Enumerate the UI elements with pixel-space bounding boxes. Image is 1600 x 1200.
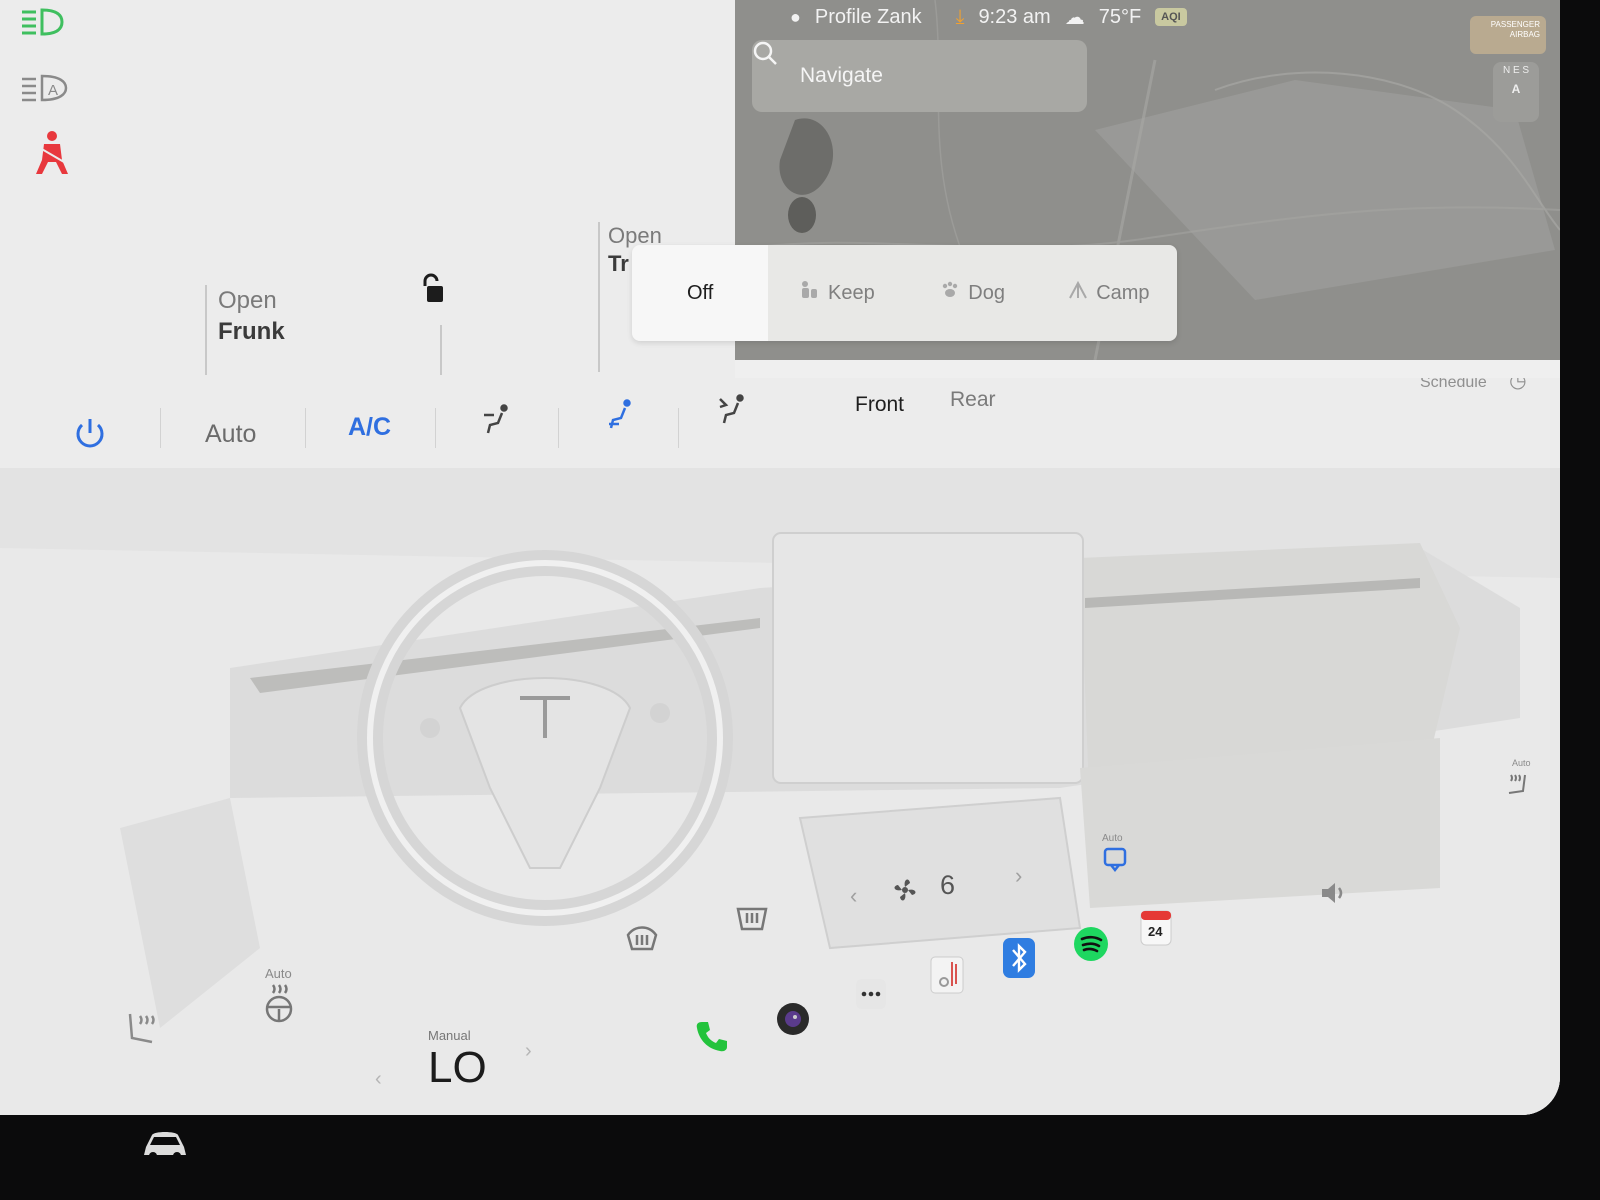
ac-button[interactable]: A/C: [348, 413, 391, 442]
fan-increase-chevron-icon[interactable]: ›: [1015, 863, 1022, 889]
outside-temp: 75°F: [1098, 5, 1142, 28]
steering-heat-auto-label: Auto: [265, 966, 292, 981]
svg-text:A: A: [48, 82, 58, 99]
divider: [558, 408, 559, 448]
bezel: [0, 1115, 1600, 1200]
camera-app-icon[interactable]: [775, 1001, 811, 1040]
compass-letters: N E S: [1502, 65, 1530, 76]
mode-keep[interactable]: Keep: [768, 245, 904, 341]
more-apps-icon[interactable]: [855, 978, 887, 1013]
paw-icon: [940, 280, 960, 306]
seatbelt-warning-icon: [30, 130, 74, 181]
fan-keep-icon: [798, 279, 820, 307]
schedule-label: Schedule: [1420, 378, 1487, 391]
passenger-seat-heat-icon[interactable]: [1505, 771, 1531, 800]
steering-wheel-heat-icon[interactable]: [262, 983, 296, 1026]
rear-defrost-icon[interactable]: [625, 923, 659, 956]
phone-icon[interactable]: [694, 1018, 730, 1057]
schedule-button[interactable]: Schedule ◷: [1420, 378, 1527, 393]
frunk-line1: Open: [218, 287, 277, 314]
recirculation-icon[interactable]: [1102, 846, 1128, 875]
tab-front[interactable]: Front: [855, 393, 904, 417]
profile-icon[interactable]: ●: [790, 7, 801, 28]
climate-panel: Auto A/C Front Rear Schedule ◷ Auto Manu…: [0, 378, 1560, 1115]
calendar-day: 24: [1148, 924, 1163, 939]
fan-icon: [890, 875, 920, 908]
volume-icon[interactable]: [1320, 881, 1348, 908]
tab-rear[interactable]: Rear: [950, 388, 996, 412]
temp-decrease-chevron-icon[interactable]: ‹: [375, 1068, 382, 1091]
download-icon: ⤓: [955, 5, 965, 28]
mode-off[interactable]: Off: [632, 245, 769, 341]
passenger-airbag-indicator: PASSENGER AIRBAG: [1470, 16, 1546, 54]
divider: [435, 408, 436, 448]
cloud-icon: ☁: [1064, 6, 1085, 29]
driver-seat-heat-icon[interactable]: [122, 1008, 162, 1051]
status-bar: ● Profile Zank ⤓ 9:23 am ☁ 75°F AQI: [790, 0, 1290, 34]
mode-camp[interactable]: Camp: [1041, 245, 1177, 341]
aqi-badge: AQI: [1155, 8, 1187, 26]
bluetooth-icon[interactable]: [1003, 938, 1035, 981]
airflow-defrost-icon[interactable]: [718, 393, 748, 432]
vehicle-panel: A Open Frunk Open Tr: [0, 0, 735, 378]
toybox-app-icon[interactable]: [930, 956, 964, 997]
climate-keep-mode-selector: Off Keep Dog Camp: [632, 245, 1177, 341]
touchscreen: A Open Frunk Open Tr ● Profile Zank ⤓ 9:…: [0, 0, 1560, 1115]
fan-speed-value: 6: [940, 870, 956, 900]
passenger-seat-auto-label: Auto: [1512, 758, 1531, 768]
navigate-placeholder: Navigate: [800, 64, 883, 87]
divider: [205, 285, 207, 375]
clock-icon: ◷: [1509, 378, 1527, 392]
mode-keep-label: Keep: [828, 281, 875, 304]
tent-icon: [1068, 280, 1088, 306]
navigate-search[interactable]: Navigate: [752, 40, 1087, 112]
mode-camp-label: Camp: [1096, 281, 1150, 304]
divider: [598, 222, 600, 372]
recirculation-auto-label: Auto: [1102, 833, 1123, 844]
spotify-icon[interactable]: [1073, 926, 1109, 965]
mode-off-label: Off: [686, 281, 714, 304]
headlights-icon[interactable]: [18, 2, 66, 47]
frunk-line2: Frunk: [218, 318, 285, 345]
front-defrost-icon[interactable]: [735, 903, 769, 936]
airflow-feet-icon[interactable]: [605, 398, 635, 437]
compass-button[interactable]: N E S A: [1493, 62, 1539, 122]
clock: 9:23 am: [978, 5, 1051, 28]
compass-mode: A: [1511, 82, 1521, 96]
climate-controls: Auto A/C Front Rear Schedule ◷: [0, 378, 1560, 468]
calendar-icon[interactable]: 24: [1140, 910, 1172, 949]
profile-name[interactable]: Profile Zank: [815, 6, 922, 29]
mode-dog-label: Dog: [968, 281, 1005, 304]
auto-button[interactable]: Auto: [205, 420, 256, 449]
fan-decrease-chevron-icon[interactable]: ‹: [850, 883, 857, 909]
temperature-mode-label: Manual: [428, 1028, 471, 1043]
divider: [678, 408, 679, 448]
divider: [160, 408, 161, 448]
car-icon[interactable]: [140, 1125, 190, 1170]
divider: [440, 325, 442, 375]
open-frunk-button[interactable]: Open Frunk: [218, 285, 285, 347]
temperature-value[interactable]: LO: [428, 1043, 487, 1093]
climate-power-icon[interactable]: [72, 416, 108, 459]
airflow-face-icon[interactable]: [482, 403, 512, 442]
temp-increase-chevron-icon[interactable]: ›: [525, 1040, 532, 1063]
auto-headlights-icon[interactable]: A: [18, 68, 70, 113]
divider: [305, 408, 306, 448]
unlock-icon[interactable]: [415, 272, 451, 313]
mode-dog[interactable]: Dog: [905, 245, 1041, 341]
